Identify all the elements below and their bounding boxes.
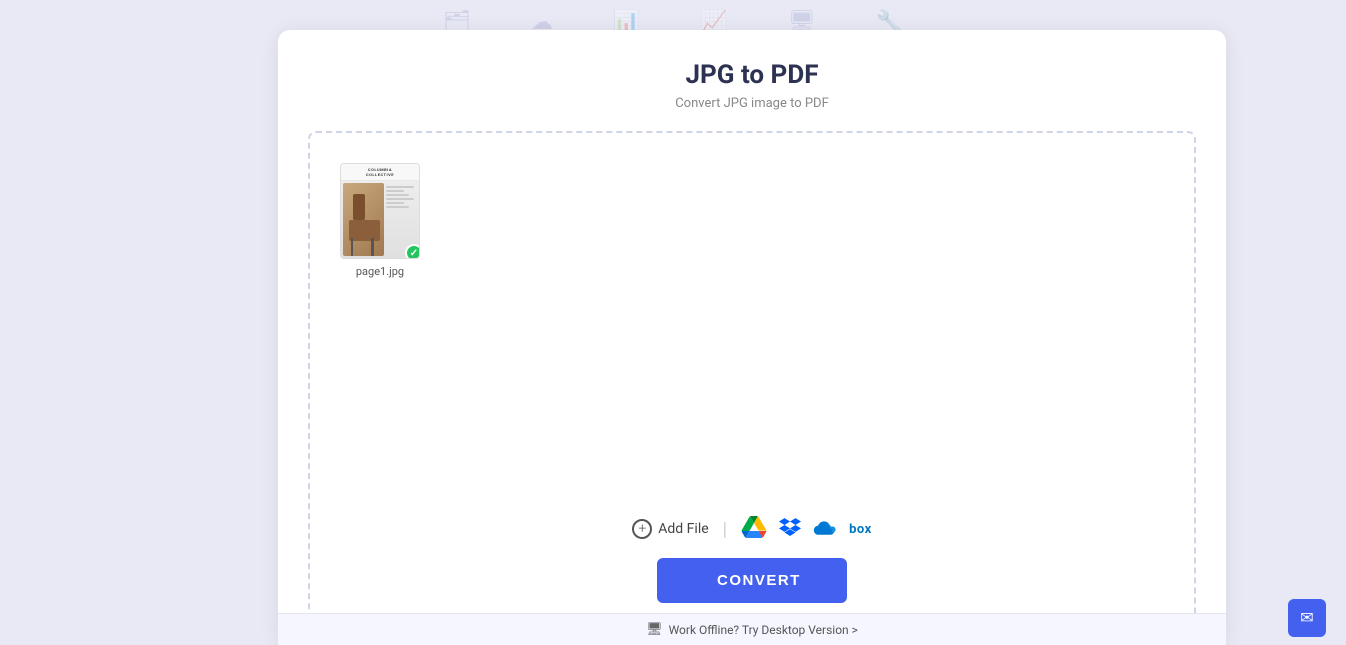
chair-back bbox=[353, 194, 365, 220]
text-line-5 bbox=[386, 202, 405, 204]
divider: | bbox=[723, 519, 727, 540]
desktop-icon: 🖥 bbox=[646, 622, 663, 637]
chair-seat bbox=[349, 220, 380, 242]
offline-text[interactable]: Work Offline? Try Desktop Version > bbox=[669, 623, 858, 637]
files-area: COLUMBIACOLLECTIVE bbox=[330, 153, 1174, 288]
chair-illustration bbox=[343, 183, 384, 256]
main-card: JPG to PDF Convert JPG image to PDF COLU… bbox=[278, 30, 1226, 645]
convert-button[interactable]: CONVERT bbox=[657, 558, 847, 603]
file-item[interactable]: COLUMBIACOLLECTIVE bbox=[340, 163, 420, 278]
page-subtitle: Convert JPG image to PDF bbox=[675, 96, 829, 111]
add-file-row: + Add File | bbox=[632, 516, 871, 542]
file-thumbnail: COLUMBIACOLLECTIVE bbox=[340, 163, 420, 259]
add-file-label: Add File bbox=[658, 521, 708, 537]
onedrive-button[interactable] bbox=[813, 516, 839, 542]
text-line-4 bbox=[386, 198, 414, 200]
text-line-2 bbox=[386, 190, 405, 192]
box-button[interactable]: box bbox=[849, 522, 872, 537]
file-name: page1.jpg bbox=[356, 265, 404, 278]
bottom-bar: 🖥 Work Offline? Try Desktop Version > bbox=[278, 613, 1226, 645]
bottom-actions: + Add File | bbox=[330, 516, 1174, 603]
thumb-header: COLUMBIACOLLECTIVE bbox=[341, 164, 419, 181]
check-badge: ✓ bbox=[405, 244, 420, 259]
page-title: JPG to PDF bbox=[686, 60, 819, 90]
google-drive-button[interactable] bbox=[741, 516, 767, 542]
chair-leg-left bbox=[351, 238, 353, 256]
add-file-button[interactable]: + Add File bbox=[632, 519, 708, 539]
chair-leg-right bbox=[371, 238, 373, 256]
email-button[interactable]: ✉ bbox=[1288, 599, 1326, 637]
cloud-icons: box bbox=[741, 516, 872, 542]
text-line-6 bbox=[386, 206, 409, 208]
text-line-1 bbox=[386, 186, 414, 188]
thumb-title: COLUMBIACOLLECTIVE bbox=[345, 167, 415, 177]
drop-zone[interactable]: COLUMBIACOLLECTIVE bbox=[308, 131, 1196, 625]
add-icon: + bbox=[632, 519, 652, 539]
text-line-3 bbox=[386, 194, 409, 196]
thumbnail-content: COLUMBIACOLLECTIVE bbox=[341, 164, 419, 258]
dropbox-button[interactable] bbox=[777, 516, 803, 542]
